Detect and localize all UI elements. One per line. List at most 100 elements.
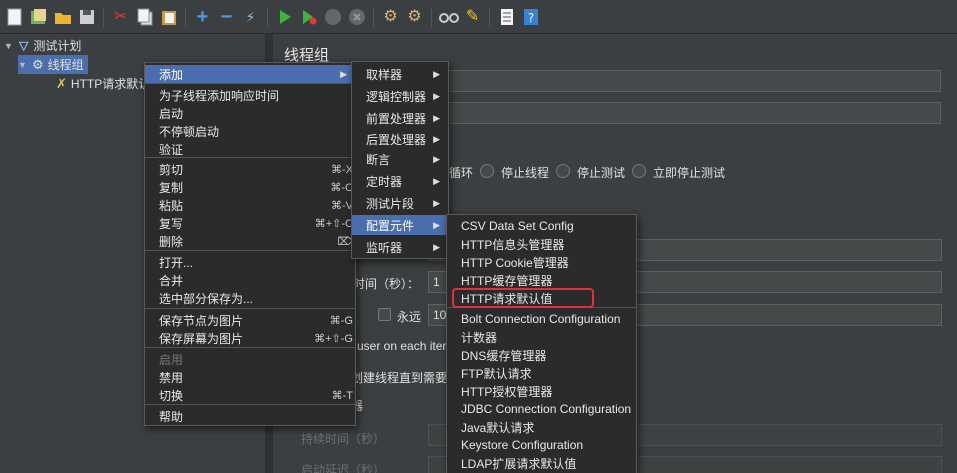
copy-icon[interactable] (134, 6, 155, 27)
save-icon[interactable] (76, 6, 97, 27)
submenu-arrow-icon: ▶ (433, 90, 440, 101)
expand-arrow-icon[interactable]: ▼ (18, 60, 28, 70)
submenu-item-http-cache-manager[interactable]: HTTP缓存管理器 (447, 271, 636, 289)
submenu-item-counter[interactable]: 计数器 (447, 328, 636, 346)
menu-item-label: 不停顿启动 (159, 124, 220, 139)
menu-item-save-screen-as-image[interactable]: 保存屏幕为图片 ⌘+⇧-G (145, 329, 355, 347)
menu-item-paste[interactable]: 粘贴 ⌘-V (145, 196, 355, 214)
submenu-item-logic-controller[interactable]: 逻辑控制器 ▶ (352, 86, 448, 106)
menu-item-label: 验证 (159, 142, 184, 157)
start-icon[interactable] (274, 6, 295, 27)
submenu-item-ftp-request-defaults[interactable]: FTP默认请求 (447, 364, 636, 382)
menu-item-add-response-time[interactable]: 为子线程添加响应时间 (145, 86, 355, 104)
submenu-item-java-request-defaults[interactable]: Java默认请求 (447, 418, 636, 436)
menu-item-label: Keystore Configuration (461, 438, 584, 452)
open-icon[interactable] (52, 6, 73, 27)
radio-loop-label: 循环 (449, 166, 474, 180)
submenu-item-http-authorization-manager[interactable]: HTTP授权管理器 (447, 382, 636, 400)
start-no-pause-icon[interactable] (298, 6, 319, 27)
new-icon[interactable] (4, 6, 25, 27)
submenu-item-test-fragment[interactable]: 测试片段 ▶ (352, 193, 448, 213)
menu-item-toggle[interactable]: 切换 ⌘-T (145, 386, 355, 404)
menu-item-remove[interactable]: 删除 ⌦ (145, 232, 355, 250)
radio-stop-test[interactable] (556, 164, 570, 178)
templates-icon[interactable] (28, 6, 49, 27)
menu-item-label: 断言 (366, 152, 391, 167)
menu-item-open[interactable]: 打开... (145, 253, 355, 271)
ramp-up-label: 时间（秒）： (353, 277, 420, 291)
toggle-icon[interactable]: ⚡ (240, 6, 261, 27)
clear-icon[interactable]: ⚙ (380, 6, 401, 27)
submenu-arrow-icon: ▶ (433, 219, 440, 230)
menu-item-merge[interactable]: 合并 (145, 271, 355, 289)
comments-field[interactable] (441, 102, 941, 124)
menu-item-help[interactable]: 帮助 (145, 407, 355, 425)
submenu-item-timer[interactable]: 定时器 ▶ (352, 171, 448, 191)
submenu-arrow-icon: ▶ (340, 68, 347, 79)
shutdown-icon[interactable] (346, 6, 367, 27)
reset-search-icon[interactable]: ✎ (462, 6, 483, 27)
tree-item-thread-group[interactable]: ▼ ⚙ 线程组 (18, 55, 88, 74)
toolbar-separator (267, 6, 268, 27)
submenu-arrow-icon: ▶ (433, 175, 440, 186)
add-submenu: 取样器 ▶ 逻辑控制器 ▶ 前置处理器 ▶ 后置处理器 ▶ 断言 ▶ 定时器 ▶ 测试片段 ▶ 配置元件 ▶ 监… (351, 61, 449, 259)
tree-item-label: HTTP请求默认 (70, 77, 151, 91)
submenu-item-listener[interactable]: 监听器 ▶ (352, 237, 448, 257)
menu-separator (145, 347, 355, 348)
menu-item-label: JDBC Connection Configuration (461, 402, 632, 416)
submenu-item-post-processors[interactable]: 后置处理器 ▶ (352, 129, 448, 149)
submenu-item-assertions[interactable]: 断言 ▶ (352, 149, 448, 169)
menu-item-save-selection-as[interactable]: 选中部分保存为... (145, 289, 355, 307)
submenu-item-bolt-connection-configuration[interactable]: Bolt Connection Configuration (447, 310, 636, 328)
menu-item-copy[interactable]: 复制 ⌘-C (145, 178, 355, 196)
search-icon[interactable] (438, 6, 459, 27)
name-field[interactable] (441, 70, 941, 92)
menu-item-label: HTTP缓存管理器 (461, 273, 553, 288)
menu-separator (145, 308, 355, 309)
submenu-item-jdbc-connection-configuration[interactable]: JDBC Connection Configuration (447, 400, 636, 418)
expand-arrow-icon[interactable]: ▼ (4, 41, 14, 51)
toolbar-separator (489, 6, 490, 27)
help-icon[interactable]: ? (520, 6, 541, 27)
submenu-item-http-cookie-manager[interactable]: HTTP Cookie管理器 (447, 253, 636, 271)
tree-item-test-plan[interactable]: ▼ 🜄 测试计划 (4, 36, 81, 55)
menu-item-start-no-pauses[interactable]: 不停顿启动 (145, 122, 355, 140)
radio-stop-thread-label: 停止线程 (501, 166, 550, 180)
gear-icon: ⚙ (32, 56, 44, 72)
menu-item-add[interactable]: 添加 ▶ (145, 65, 355, 83)
menu-item-cut[interactable]: 剪切 ⌘-X (145, 160, 355, 178)
menu-item-start[interactable]: 启动 (145, 104, 355, 122)
tree-item-http-defaults[interactable]: ✗ HTTP请求默认 (56, 74, 150, 93)
submenu-item-http-header-manager[interactable]: HTTP信息头管理器 (447, 235, 636, 253)
menu-item-label: 添加 (159, 67, 184, 82)
radio-stop-thread[interactable] (480, 164, 494, 178)
function-helper-icon[interactable] (496, 6, 517, 27)
radio-stop-test-now[interactable] (632, 164, 646, 178)
submenu-item-sampler[interactable]: 取样器 ▶ (352, 64, 448, 84)
menu-item-label: HTTP授权管理器 (461, 384, 553, 399)
submenu-item-dns-cache-manager[interactable]: DNS缓存管理器 (447, 346, 636, 364)
menu-item-validate[interactable]: 验证 (145, 140, 355, 158)
submenu-item-keystore-configuration[interactable]: Keystore Configuration (447, 436, 636, 454)
toolbar-separator (185, 6, 186, 27)
submenu-item-config-element[interactable]: 配置元件 ▶ (352, 215, 448, 235)
menu-item-label: 保存屏幕为图片 (159, 331, 244, 346)
menu-item-disable[interactable]: 禁用 (145, 368, 355, 386)
submenu-item-pre-processors[interactable]: 前置处理器 ▶ (352, 108, 448, 128)
context-menu: 添加 ▶ 为子线程添加响应时间 启动不停顿启动验证剪切 ⌘-X 复制 ⌘-C 粘贴 ⌘-V 复写 ⌘… (144, 62, 356, 426)
cut-icon[interactable]: ✂ (110, 6, 131, 27)
stop-icon[interactable] (322, 6, 343, 27)
forever-checkbox[interactable] (378, 308, 391, 321)
collapse-icon[interactable]: − (216, 6, 237, 27)
clear-all-icon[interactable]: ⚙ (404, 6, 425, 27)
menu-item-save-node-as-image[interactable]: 保存节点为图片 ⌘-G (145, 311, 355, 329)
submenu-item-csv-data-set-config[interactable]: CSV Data Set Config (447, 217, 636, 235)
expand-icon[interactable]: + (192, 6, 213, 27)
toolbar: ✂ + − ⚡ ⚙ ⚙ ✎ ? (0, 0, 957, 34)
menu-item-label: 选中部分保存为... (159, 291, 254, 306)
submenu-item-ldap-extended-request-defaults[interactable]: LDAP扩展请求默认值 (447, 454, 636, 472)
menu-item-duplicate[interactable]: 复写 ⌘+⇧-C (145, 214, 355, 232)
paste-icon[interactable] (158, 6, 179, 27)
svg-text:?: ? (527, 11, 533, 25)
menu-item-label: 配置元件 (366, 218, 415, 233)
